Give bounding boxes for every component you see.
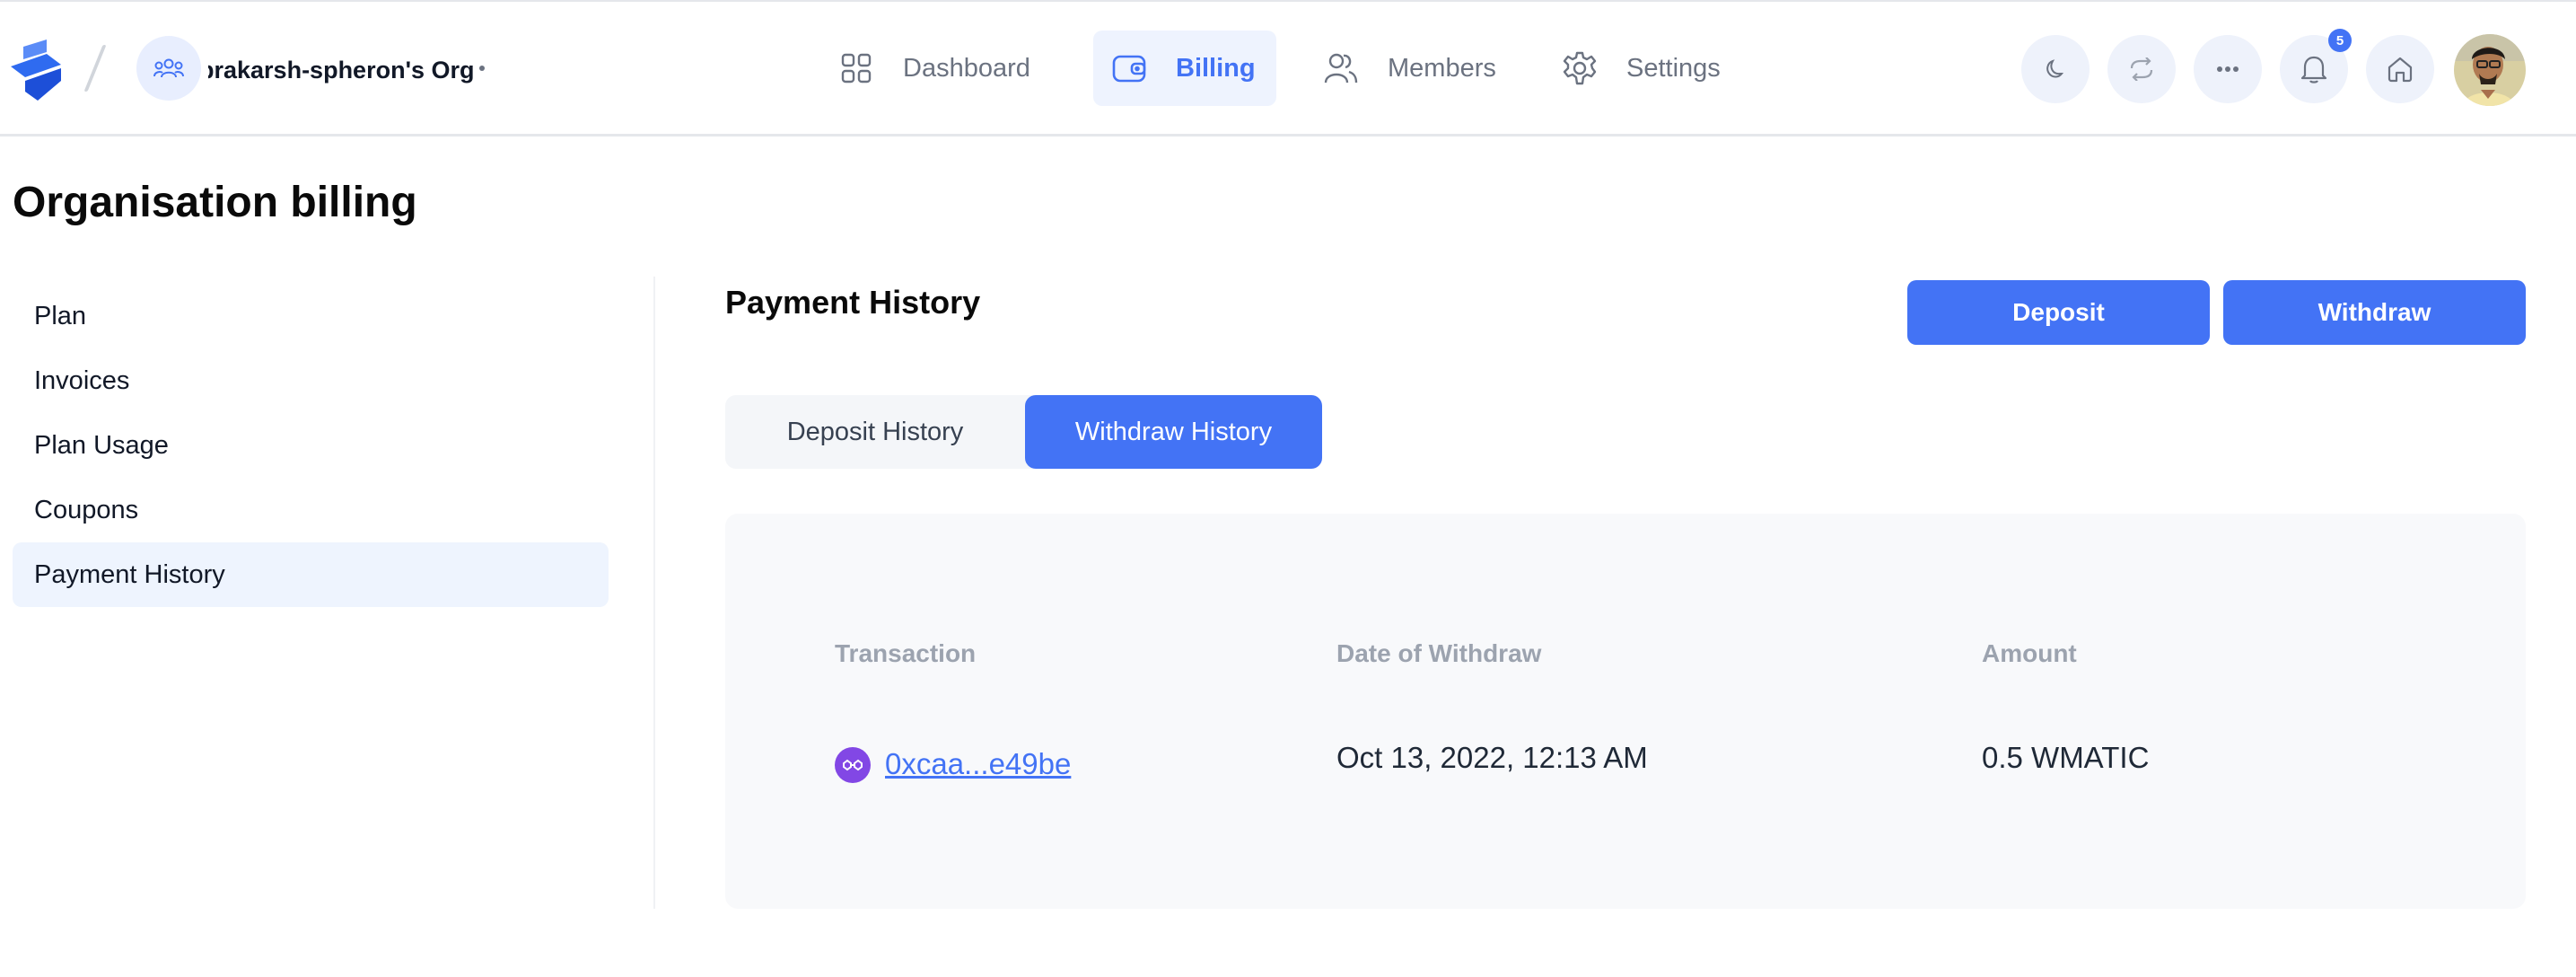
theme-toggle-button[interactable]: [2021, 35, 2090, 103]
nav-label: Billing: [1176, 53, 1256, 83]
users-icon: [1321, 48, 1361, 88]
page-title: Organisation billing: [13, 179, 417, 226]
bell-icon: [2300, 56, 2327, 84]
column-header-amount: Amount: [1982, 639, 2077, 667]
refresh-icon: [2130, 57, 2153, 81]
chevron-down-icon[interactable]: [479, 66, 485, 71]
moon-icon: [2046, 59, 2064, 78]
nav-label: Settings: [1626, 53, 1721, 83]
nav-dashboard[interactable]: Dashboard: [837, 31, 1048, 106]
home-button[interactable]: [2366, 35, 2434, 103]
sidebar-divider: [653, 277, 655, 909]
org-team-icon: [153, 58, 184, 78]
withdraw-button[interactable]: Withdraw: [2223, 280, 2526, 345]
nav-settings[interactable]: Settings: [1560, 31, 1775, 106]
sidebar-item-invoices[interactable]: Invoices: [13, 348, 609, 413]
gear-icon: [1560, 48, 1599, 88]
sidebar-item-plan[interactable]: Plan: [13, 284, 609, 348]
nav-label: Dashboard: [903, 53, 1030, 83]
nav-members[interactable]: Members: [1321, 31, 1529, 106]
tab-withdraw-history[interactable]: Withdraw History: [1025, 395, 1322, 469]
column-header-date: Date of Withdraw: [1336, 639, 1542, 667]
section-title: Payment History: [725, 284, 981, 321]
deposit-button[interactable]: Deposit: [1907, 280, 2210, 345]
history-tabs: Deposit History Withdraw History: [725, 395, 1322, 469]
polygon-icon: [835, 747, 871, 783]
user-avatar[interactable]: [2454, 34, 2526, 106]
org-avatar[interactable]: [136, 36, 201, 101]
more-button[interactable]: [2194, 35, 2262, 103]
home-icon: [2388, 57, 2413, 83]
sidebar-item-label: Coupons: [34, 495, 139, 524]
sidebar-item-coupons[interactable]: Coupons: [13, 478, 609, 542]
sidebar-item-label: Payment History: [34, 559, 225, 589]
more-dots-icon: [2217, 66, 2239, 72]
refresh-button[interactable]: [2107, 35, 2176, 103]
nav-label: Members: [1388, 53, 1496, 83]
org-switcher[interactable]: prakarsh-spheron's Org: [208, 54, 488, 86]
sidebar-item-plan-usage[interactable]: Plan Usage: [13, 413, 609, 478]
amount-cell: 0.5 WMATIC: [1982, 741, 2150, 774]
grid-icon: [837, 48, 876, 88]
spheron-logo-icon[interactable]: [11, 40, 63, 101]
column-header-transaction: Transaction: [835, 639, 977, 667]
top-navbar: prakarsh-spheron's Org Dashboard Billing…: [0, 0, 2576, 136]
transaction-hash-link[interactable]: 0xcaa...e49be: [885, 747, 1071, 781]
org-name: prakarsh-spheron's Org: [208, 57, 475, 84]
sidebar-item-label: Plan Usage: [34, 430, 169, 460]
sidebar-item-payment-history[interactable]: Payment History: [13, 542, 609, 607]
withdraw-history-table: [725, 514, 2526, 909]
notification-count-badge: 5: [2328, 29, 2352, 52]
tab-deposit-history[interactable]: Deposit History: [725, 395, 1025, 469]
withdraw-date-cell: Oct 13, 2022, 12:13 AM: [1336, 741, 1648, 774]
sidebar-item-label: Plan: [34, 301, 87, 330]
wallet-icon: [1109, 48, 1149, 88]
sidebar-item-label: Invoices: [34, 365, 130, 395]
nav-billing[interactable]: Billing: [1093, 31, 1276, 106]
breadcrumb-separator: [83, 45, 107, 92]
